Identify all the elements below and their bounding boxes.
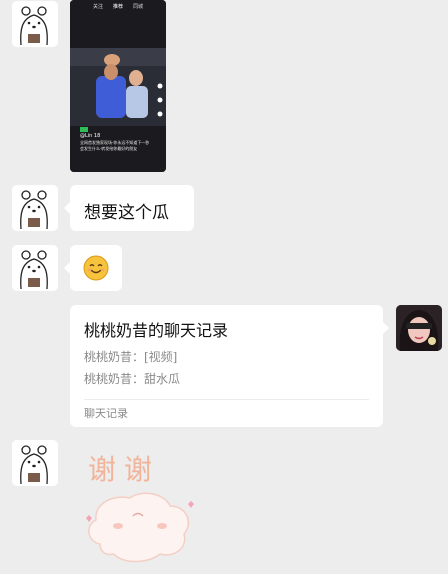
video-tab: 关注 [92,3,103,10]
my-avatar[interactable] [396,305,442,351]
video-caption: 全网首发独家现场·你永远不知道下一秒会发生什么·转发给你最好的朋友 [80,140,150,151]
divider [84,399,369,400]
contact-avatar[interactable] [12,440,58,486]
chat-record-line: 桃桃奶昔：甜水瓜 [84,372,181,386]
chat-record-card[interactable]: 桃桃奶昔的聊天记录 桃桃奶昔：[视频] 桃桃奶昔：甜水瓜 聊天记录 [70,305,383,427]
emoji-message-bubble[interactable] [70,245,122,291]
contact-avatar[interactable] [12,245,58,291]
thanks-sticker[interactable]: 谢谢 [78,448,202,572]
video-top-tabs: 关注 推荐 同城 [70,0,166,12]
video-tab: 同城 [133,3,144,10]
video-tab: 推荐 [112,3,123,10]
contact-avatar[interactable] [12,185,58,231]
contact-avatar[interactable] [12,1,58,47]
bubble-tail [383,322,389,334]
chat-record-title: 桃桃奶昔的聊天记录 [84,321,229,340]
video-author: @Lin 18 [80,133,101,139]
smile-emoji-icon [83,255,109,281]
chat-record-line: 桃桃奶昔：[视频] [84,350,178,364]
video-message[interactable]: 关注 推荐 同城 @Lin 18 全网首发独家现场·你永远不知道下一秒会发生什么… [70,0,166,172]
text-message-bubble[interactable]: 想要这个瓜 [70,185,194,231]
thanks-sticker-icon [86,492,194,563]
sticker-text: 谢谢 [88,453,161,486]
chat-record-footer: 聊天记录 [84,407,128,420]
message-text: 想要这个瓜 [84,203,169,223]
